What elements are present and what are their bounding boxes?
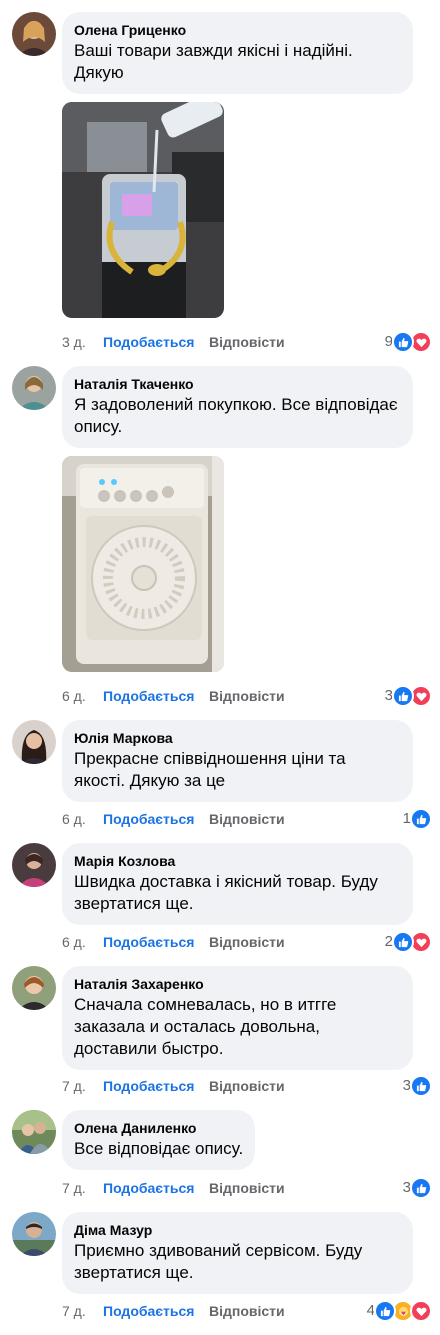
like-reaction-icon [392, 685, 414, 707]
like-button[interactable]: Подобається [103, 809, 194, 829]
like-button[interactable]: Подобається [103, 932, 194, 952]
like-reaction-icon [410, 1075, 432, 1097]
comment-actions: 3 д. Подобається Відповісти 9 [62, 331, 432, 353]
reactions[interactable]: 9 [385, 331, 432, 353]
avatar[interactable] [12, 12, 56, 56]
like-reaction-icon [374, 1300, 396, 1322]
comment-actions: 7 д. Подобається Відповісти 3 [62, 1177, 432, 1199]
reply-button[interactable]: Відповісти [209, 686, 285, 706]
comment-bubble: Юлія Маркова Прекрасне співвідношення ці… [62, 720, 413, 802]
avatar[interactable] [12, 720, 56, 764]
comment-text: Я задоволений покупкою. Все відповідає о… [74, 395, 398, 436]
comment-text: Швидка доставка і якісний товар. Буду зв… [74, 872, 378, 913]
comment-bubble: Олена Даниленко Все відповідає опису. [62, 1110, 256, 1170]
like-button[interactable]: Подобається [103, 1076, 194, 1096]
comment-text: Прекрасне співвідношення ціни та якості.… [74, 749, 346, 790]
reactions[interactable]: 1 [403, 808, 432, 830]
reply-button[interactable]: Відповісти [209, 809, 285, 829]
reply-button[interactable]: Відповісти [209, 1178, 285, 1198]
reactions[interactable]: 3 [403, 1075, 432, 1097]
like-reaction-icon [410, 808, 432, 830]
avatar[interactable] [12, 366, 56, 410]
avatar[interactable] [12, 843, 56, 887]
reply-button[interactable]: Відповісти [209, 332, 285, 352]
comment-time[interactable]: 7 д. [62, 1076, 86, 1096]
comment-bubble: Олена Гриценко Ваші товари завжди якісні… [62, 12, 413, 94]
like-button[interactable]: Подобається [103, 1301, 194, 1321]
avatar[interactable] [12, 966, 56, 1010]
like-reaction-icon [392, 331, 414, 353]
reply-button[interactable]: Відповісти [209, 932, 285, 952]
heart-reaction-icon [410, 1300, 432, 1322]
like-button[interactable]: Подобається [103, 1178, 194, 1198]
comment-time[interactable]: 7 д. [62, 1301, 86, 1321]
comment-actions: 7 д. Подобається Відповісти 3 [62, 1075, 432, 1097]
comment-time[interactable]: 7 д. [62, 1178, 86, 1198]
reactions[interactable]: 2 [385, 931, 432, 953]
comment-actions: 6 д. Подобається Відповісти 1 [62, 808, 432, 830]
comment-text: Все відповідає опису. [74, 1139, 244, 1158]
comment-author[interactable]: Олена Гриценко [74, 21, 401, 39]
comment-text: Ваші товари завжди якісні і надійні. Дяк… [74, 41, 353, 82]
reactions[interactable]: 4 [367, 1300, 432, 1322]
comment-author[interactable]: Наталія Ткаченко [74, 375, 401, 393]
comment-author[interactable]: Марія Козлова [74, 852, 401, 870]
comment-author[interactable]: Юлія Маркова [74, 729, 401, 747]
comment-actions: 6 д. Подобається Відповісти 3 [62, 685, 432, 707]
like-reaction-icon [410, 1177, 432, 1199]
reply-button[interactable]: Відповісти [209, 1076, 285, 1096]
comment-photo[interactable] [62, 456, 224, 672]
comment-bubble: Наталія Ткаченко Я задоволений покупкою.… [62, 366, 413, 448]
comment-time[interactable]: 6 д. [62, 686, 86, 706]
reactions[interactable]: 3 [403, 1177, 432, 1199]
avatar[interactable] [12, 1212, 56, 1256]
comment-text: Сначала сомневалась, но в итгге заказала… [74, 995, 337, 1058]
comment-photo[interactable] [62, 102, 224, 318]
comment-time[interactable]: 6 д. [62, 809, 86, 829]
comment-actions: 6 д. Подобається Відповісти 2 [62, 931, 432, 953]
comment-time[interactable]: 3 д. [62, 332, 86, 352]
comment-author[interactable]: Діма Мазур [74, 1221, 401, 1239]
comment-text: Приємно здивований сервісом. Буду зверта… [74, 1241, 363, 1282]
reply-button[interactable]: Відповісти [209, 1301, 285, 1321]
comment-actions: 7 д. Подобається Відповісти 4 [62, 1300, 432, 1322]
comment-author[interactable]: Олена Даниленко [74, 1119, 243, 1137]
comment-bubble: Наталія Захаренко Сначала сомневалась, н… [62, 966, 413, 1070]
like-button[interactable]: Подобається [103, 686, 194, 706]
like-reaction-icon [392, 931, 414, 953]
comment-author[interactable]: Наталія Захаренко [74, 975, 401, 993]
comment-time[interactable]: 6 д. [62, 932, 86, 952]
comment-bubble: Марія Козлова Швидка доставка і якісний … [62, 843, 413, 925]
avatar[interactable] [12, 1110, 56, 1154]
like-button[interactable]: Подобається [103, 332, 194, 352]
reactions[interactable]: 3 [385, 685, 432, 707]
comment-bubble: Діма Мазур Приємно здивований сервісом. … [62, 1212, 413, 1294]
